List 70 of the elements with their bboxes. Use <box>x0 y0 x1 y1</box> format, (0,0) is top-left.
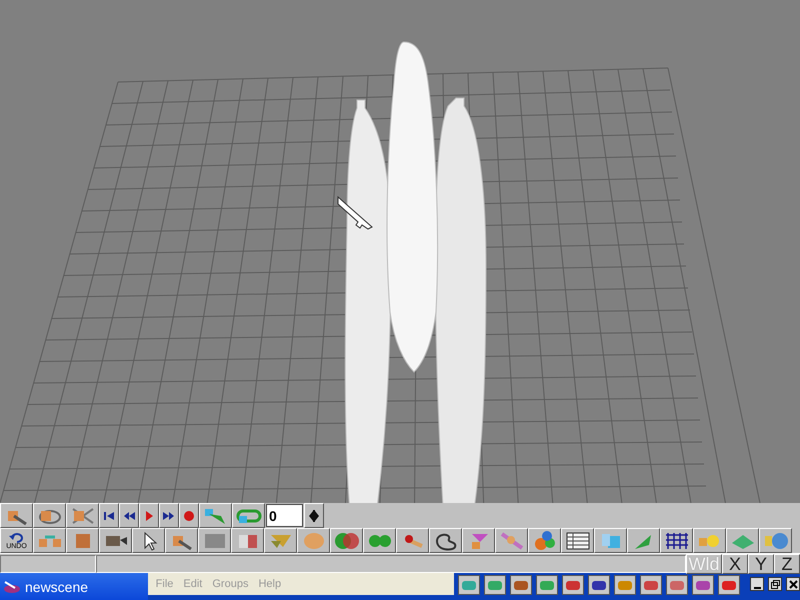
window-title: newscene <box>25 579 88 595</box>
rewind-button[interactable] <box>119 503 139 528</box>
move-button[interactable] <box>165 528 198 553</box>
cube-button[interactable] <box>66 528 99 553</box>
taskbar-button[interactable] <box>614 575 636 595</box>
taskbar-button[interactable] <box>718 575 740 595</box>
loop-button[interactable] <box>232 503 265 528</box>
axis-button[interactable]: Y <box>748 554 774 574</box>
pin-button[interactable] <box>396 528 429 553</box>
play-button[interactable] <box>139 503 159 528</box>
move-button[interactable] <box>0 503 33 528</box>
double-arrow-icon <box>308 508 320 522</box>
restore-icon <box>770 580 780 588</box>
rotate-button[interactable] <box>33 503 66 528</box>
funnel-button[interactable] <box>462 528 495 553</box>
fast-forward-icon <box>162 510 176 522</box>
taskbar-button[interactable] <box>510 575 532 595</box>
camera-button[interactable] <box>99 528 132 553</box>
box-button[interactable] <box>231 528 264 553</box>
skip-start-icon <box>102 510 116 522</box>
taskbar-button[interactable] <box>666 575 688 595</box>
app-icon <box>3 580 21 594</box>
brush-button[interactable] <box>495 528 528 553</box>
taskbar-button[interactable] <box>536 575 558 595</box>
curve-button[interactable] <box>429 528 462 553</box>
undo-icon <box>8 532 24 542</box>
minimize-button[interactable] <box>750 577 764 591</box>
ball-icon <box>334 530 360 550</box>
brush-icon <box>498 530 524 550</box>
taskbar-button[interactable] <box>484 575 506 595</box>
link-button[interactable] <box>33 528 66 553</box>
list-button[interactable] <box>561 528 594 553</box>
grid-icon <box>664 530 690 550</box>
plane-button[interactable] <box>726 528 759 553</box>
dotted-button[interactable] <box>198 528 231 553</box>
fast-forward-button[interactable] <box>159 503 179 528</box>
taskbar-button[interactable] <box>640 575 662 595</box>
taskbar-button[interactable] <box>458 575 480 595</box>
close-button[interactable] <box>786 577 800 591</box>
taskbar-button[interactable] <box>692 575 714 595</box>
sphere-button[interactable] <box>297 528 330 553</box>
light-button[interactable] <box>693 528 726 553</box>
minimize-icon <box>754 586 760 588</box>
peanut-button[interactable] <box>363 528 396 553</box>
record-icon <box>182 510 196 522</box>
scale-button[interactable] <box>66 503 99 528</box>
3d-icon <box>762 530 788 550</box>
ball-button[interactable] <box>330 528 363 553</box>
rewind-icon <box>122 510 136 522</box>
restore-button[interactable] <box>768 577 782 591</box>
taskbar-button[interactable] <box>562 575 584 595</box>
axis-button[interactable]: Z <box>774 554 800 574</box>
toggle-button[interactable] <box>304 503 324 528</box>
record-button[interactable] <box>179 503 199 528</box>
spheres-button[interactable] <box>528 528 561 553</box>
skip-start-button[interactable] <box>99 503 119 528</box>
cursor-icon <box>338 196 373 230</box>
list-icon <box>564 530 590 550</box>
blocks-button[interactable] <box>594 528 627 553</box>
axis-button[interactable]: X <box>722 554 748 574</box>
taskbar-button[interactable] <box>588 575 610 595</box>
shape-button[interactable] <box>264 528 297 553</box>
pointer-button[interactable] <box>132 528 165 553</box>
keyframe-button[interactable] <box>199 503 232 528</box>
grid-button[interactable] <box>660 528 693 553</box>
3d-button[interactable] <box>759 528 792 553</box>
frame-field[interactable]: 0 <box>266 504 303 527</box>
close-icon <box>788 580 798 588</box>
leaf-button[interactable] <box>627 528 660 553</box>
scale-icon <box>70 506 96 526</box>
